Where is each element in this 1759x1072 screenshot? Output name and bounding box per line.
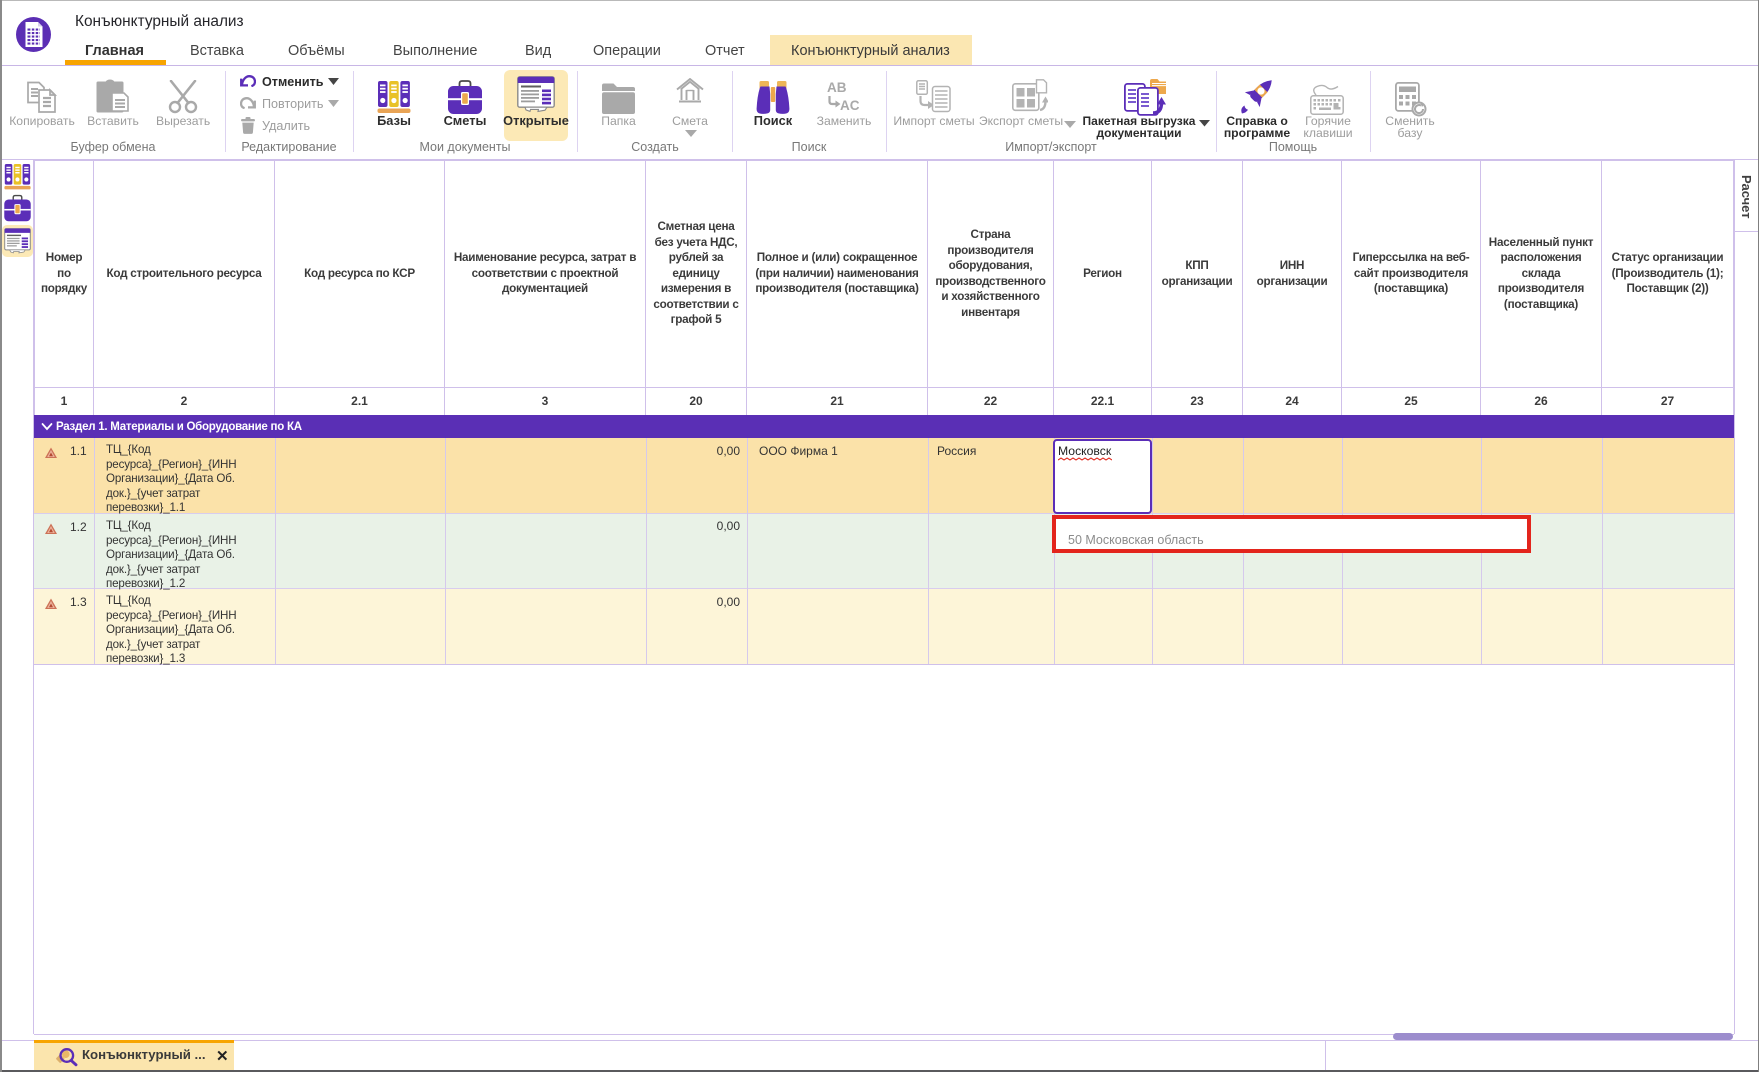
svg-text:AC: AC	[840, 98, 860, 113]
svg-text:AB: AB	[827, 80, 847, 95]
